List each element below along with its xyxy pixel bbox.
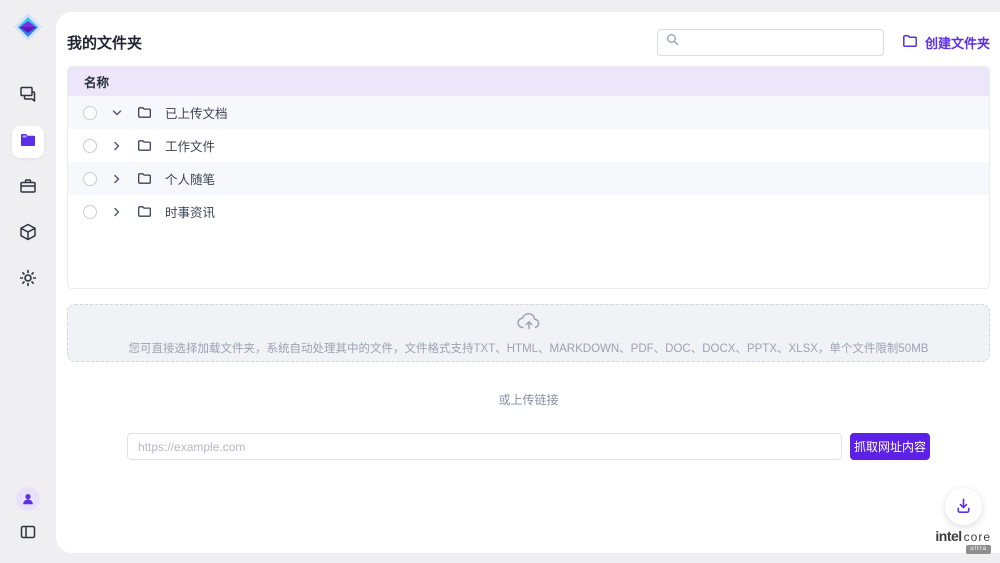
link-upload-row: 抓取网址内容 [67,433,990,460]
search-input[interactable] [685,35,875,49]
main-panel: 我的文件夹 创建文件夹 名称 [56,12,1000,553]
cloud-upload-icon [516,310,542,337]
create-folder-label: 创建文件夹 [925,33,990,52]
cube-icon [18,222,38,247]
table-header-name: 名称 [68,67,989,96]
sidebar-item-settings[interactable] [12,264,44,296]
fetch-url-button[interactable]: 抓取网址内容 [850,433,930,460]
row-checkbox[interactable] [83,139,97,153]
ultra-badge: ultra [966,545,991,554]
app-window: 我的文件夹 创建文件夹 名称 [0,0,1000,563]
sidebar-item-chat[interactable] [12,80,44,112]
row-checkbox[interactable] [83,172,97,186]
create-folder-button[interactable]: 创建文件夹 [902,33,990,52]
url-input[interactable] [127,433,842,460]
core-wordmark: core [964,530,991,544]
folder-name: 已上传文档 [165,103,228,122]
chevron-right-icon[interactable] [110,206,124,218]
folder-name: 工作文件 [165,136,215,155]
table-row[interactable]: 已上传文档 [68,96,989,129]
folder-icon [18,130,38,155]
row-checkbox[interactable] [83,106,97,120]
chat-icon [18,84,38,109]
table-row[interactable]: 工作文件 [68,129,989,162]
download-fab-button[interactable] [945,488,982,525]
folder-outline-icon [137,204,152,219]
sidebar [0,0,56,563]
collapse-sidebar-button[interactable] [15,521,41,547]
upload-dropzone[interactable]: 您可直接选择加载文件夹，系统自动处理其中的文件，文件格式支持TXT、HTML、M… [67,304,990,362]
gear-icon [18,268,38,293]
chevron-down-icon[interactable] [110,107,124,119]
main-header: 我的文件夹 创建文件夹 [67,12,990,66]
app-logo-gem-icon [11,10,45,44]
search-icon [666,33,679,51]
intel-core-ultra-logo: intel core ultra [935,528,991,554]
sidebar-item-folders[interactable] [12,126,44,158]
sidebar-item-toolbox[interactable] [12,172,44,204]
chevron-right-icon[interactable] [110,173,124,185]
upload-hint-text: 您可直接选择加载文件夹，系统自动处理其中的文件，文件格式支持TXT、HTML、M… [129,340,929,356]
search-box [657,29,884,56]
user-avatar[interactable] [16,487,40,511]
download-icon [954,496,973,518]
intel-wordmark: intel [935,528,961,544]
folder-outline-icon [137,171,152,186]
folder-outline-icon [137,105,152,120]
table-row[interactable]: 时事资讯 [68,195,989,228]
folder-name: 个人随笔 [165,169,215,188]
page-title: 我的文件夹 [67,32,142,53]
chevron-right-icon[interactable] [110,140,124,152]
row-checkbox[interactable] [83,205,97,219]
table-row[interactable]: 个人随笔 [68,162,989,195]
folder-plus-icon [902,33,918,52]
sidebar-nav [12,80,44,296]
folder-table: 名称 已上传文档 工作文件 [67,66,990,289]
panel-layout-icon [19,523,37,546]
sidebar-item-models[interactable] [12,218,44,250]
sidebar-bottom [15,487,41,547]
folder-outline-icon [137,138,152,153]
link-upload-label: 或上传链接 [67,391,990,408]
folder-name: 时事资讯 [165,202,215,221]
briefcase-icon [18,176,38,201]
